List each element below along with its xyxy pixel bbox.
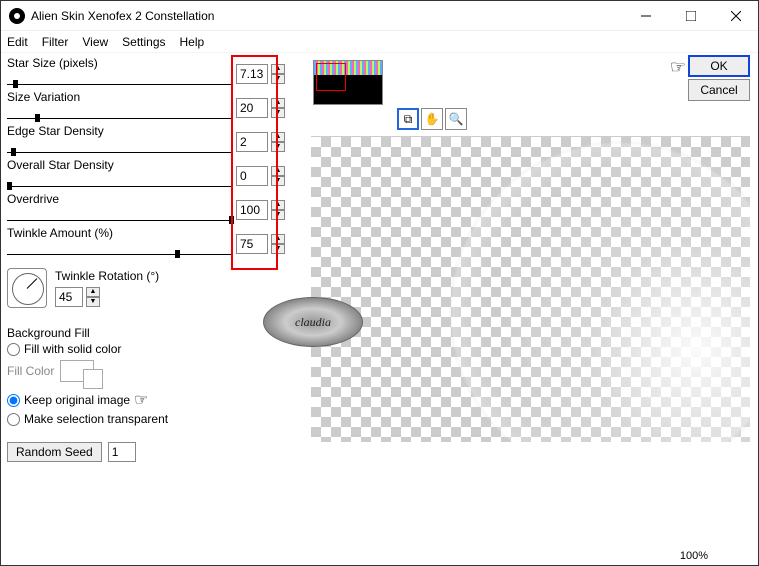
spin-down[interactable]: ▼ [271,244,285,254]
input-random-seed[interactable] [108,442,136,462]
spin-up[interactable]: ▲ [271,98,285,108]
spin-up[interactable]: ▲ [271,200,285,210]
spin-up[interactable]: ▲ [271,132,285,142]
spin-up[interactable]: ▲ [271,64,285,74]
slider-overdrive[interactable] [7,220,232,221]
tool-navigator-icon[interactable]: ⧉ [397,108,419,130]
zoom-status: 100% [680,550,708,562]
input-size-variation[interactable] [236,98,268,118]
input-edge-density[interactable] [236,132,268,152]
maximize-button[interactable] [668,1,713,30]
pointer-icon: ☜ [134,390,148,410]
spin-down[interactable]: ▼ [271,74,285,84]
label-twinkle-amount: Twinkle Amount (%) [7,226,113,240]
menu-help[interactable]: Help [180,35,205,49]
menu-filter[interactable]: Filter [42,35,69,49]
label-edge-density: Edge Star Density [7,124,104,138]
label-twinkle-rotation: Twinkle Rotation (°) [55,269,159,283]
minimize-button[interactable] [623,1,668,30]
cancel-button[interactable]: Cancel [688,79,750,101]
radio-fill-solid[interactable]: Fill with solid color [7,342,285,356]
input-overdrive[interactable] [236,200,268,220]
window-title: Alien Skin Xenofex 2 Constellation [31,9,623,23]
pointer-ok-icon: ☞ [670,57,686,78]
radio-keep-original[interactable]: Keep original image☜ [7,390,285,410]
tool-hand-icon[interactable]: ✋ [421,108,443,130]
label-size-variation: Size Variation [7,90,80,104]
slider-twinkle-amount[interactable] [7,254,232,255]
random-seed-button[interactable]: Random Seed [7,442,102,462]
tool-zoom-icon[interactable]: 🔍 [445,108,467,130]
input-twinkle-amount[interactable] [236,234,268,254]
spin-down[interactable]: ▼ [271,210,285,220]
ok-button[interactable]: OK [688,55,750,77]
slider-overall-density[interactable] [7,186,232,187]
fillcolor-swatch[interactable] [60,360,94,382]
label-star-size: Star Size (pixels) [7,56,98,70]
bgfill-legend: Background Fill [7,326,285,340]
spin-up[interactable]: ▲ [271,166,285,176]
menu-edit[interactable]: Edit [7,35,28,49]
watermark: claudia [263,297,363,347]
label-overall-density: Overall Star Density [7,158,114,172]
radio-transparent[interactable]: Make selection transparent [7,412,285,426]
spin-down[interactable]: ▼ [271,142,285,152]
menu-settings[interactable]: Settings [122,35,165,49]
slider-edge-density[interactable] [7,152,232,153]
menu-bar: Edit Filter View Settings Help [1,31,758,53]
rotation-dial[interactable] [7,268,47,308]
preview-canvas[interactable] [311,136,750,442]
slider-size-variation[interactable] [7,118,232,119]
thumbnail-preview[interactable] [313,60,383,105]
spin-down[interactable]: ▼ [271,176,285,186]
label-fillcolor: Fill Color [7,364,54,378]
close-button[interactable] [713,1,758,30]
spin-up[interactable]: ▲ [86,287,100,297]
input-star-size[interactable] [236,64,268,84]
spin-down[interactable]: ▼ [271,108,285,118]
label-overdrive: Overdrive [7,192,59,206]
input-overall-density[interactable] [236,166,268,186]
slider-star-size[interactable] [7,84,232,85]
app-icon [9,8,25,24]
input-twinkle-rotation[interactable] [55,287,83,307]
spin-down[interactable]: ▼ [86,297,100,307]
spin-up[interactable]: ▲ [271,234,285,244]
menu-view[interactable]: View [82,35,108,49]
